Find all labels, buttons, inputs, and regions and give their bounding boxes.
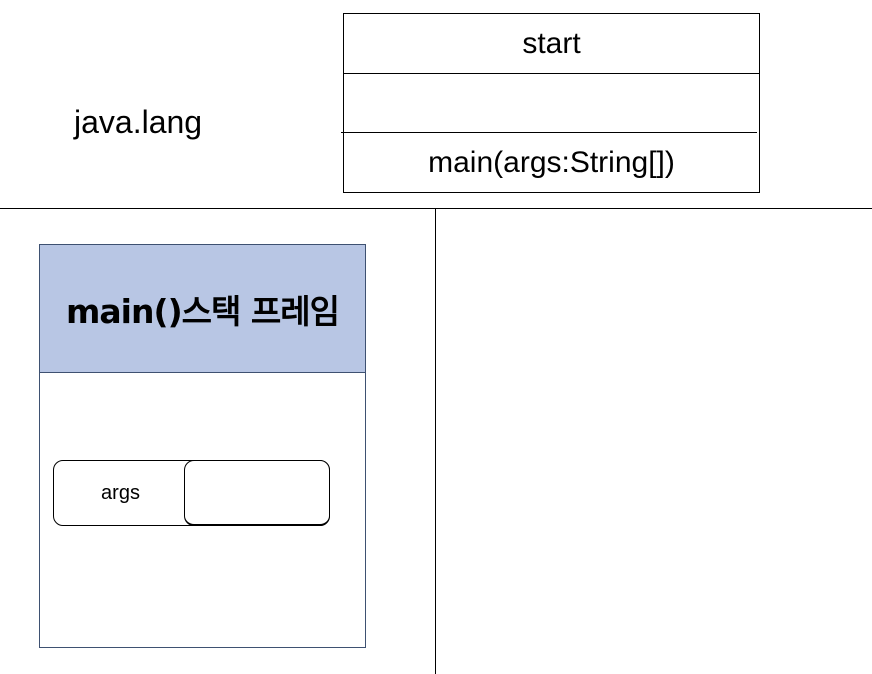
variable-name: args <box>101 481 140 504</box>
class-name: start <box>344 14 759 74</box>
local-variable-box: args <box>53 460 330 526</box>
horizontal-divider <box>0 208 872 209</box>
stack-frame: main()스택 프레임 args <box>39 244 366 648</box>
uml-class-box: start main(args:String[]) <box>341 13 760 193</box>
variable-value-slot <box>184 460 330 526</box>
stack-frame-title: main()스택 프레임 <box>40 245 365 373</box>
class-method: main(args:String[]) <box>428 145 675 179</box>
package-label: java.lang <box>74 104 203 140</box>
vertical-divider <box>435 208 436 674</box>
class-fields-section <box>341 74 757 133</box>
